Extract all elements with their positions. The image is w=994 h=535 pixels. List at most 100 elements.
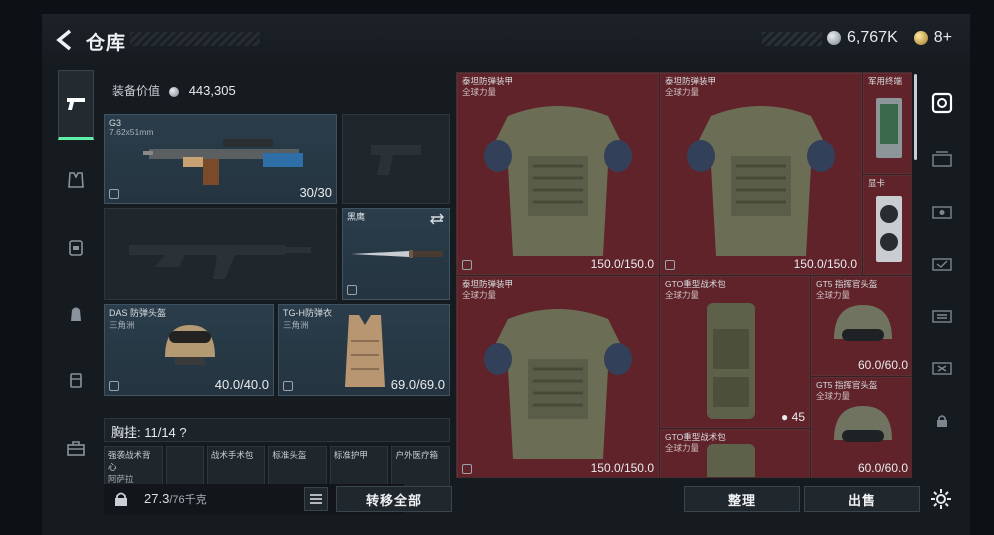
storage-tab-4[interactable]: [926, 248, 958, 278]
nav-weapons[interactable]: [58, 70, 94, 140]
nav-rig[interactable]: [58, 230, 94, 266]
chest-rig-header[interactable]: 胸挂: 11/14 ?: [104, 418, 450, 442]
commander-helmet-icon: [834, 305, 892, 341]
storage-tab-3[interactable]: [926, 196, 958, 226]
safe-icon: [931, 92, 953, 114]
primary-weapon-slot[interactable]: G3 7.62x51mm 30/30: [104, 114, 337, 204]
knife-icon: [351, 250, 443, 258]
weight-lock-icon: [115, 492, 127, 506]
helmet-slot[interactable]: DAS 防弹头盔 三角洲 40.0/40.0: [104, 304, 274, 396]
item-durability: 150.0/150.0: [590, 257, 654, 271]
unlock-icon: [462, 464, 472, 474]
weight-value: 27.3/76千克: [144, 491, 207, 506]
sidearm-slot[interactable]: [342, 114, 450, 204]
vest-icon: [345, 315, 385, 387]
storage-tab-icon: [932, 151, 952, 167]
gold-icon: [913, 31, 928, 45]
list-view-button[interactable]: [304, 487, 328, 511]
storage-tab-6[interactable]: [926, 352, 958, 382]
title-stripe-decoration: [130, 32, 260, 46]
storage-grid: 泰坦防弹装甲 全球力量 150.0/150.0 泰坦防弹装甲 全球力量 150.…: [456, 72, 912, 478]
storage-item[interactable]: GTO重型战术包 全球力量: [660, 429, 810, 477]
storage-tab-icon: [932, 362, 952, 375]
pistol-silhouette-icon: [371, 145, 421, 175]
gpu-icon: [876, 196, 902, 262]
storage-item[interactable]: GT5 指挥官头盔 全球力量 60.0/60.0: [811, 377, 911, 477]
chest-slot-name: 强袭战术背心: [108, 450, 151, 472]
window-frame: 仓库 6,767K 8+ 装备价值 443,305 G3 7.62x51mm 3…: [42, 14, 970, 535]
unlock-icon: [109, 189, 119, 199]
helmet-sub: 三角洲: [109, 320, 135, 330]
storage-tab-locked[interactable]: [926, 406, 958, 436]
melee-name: 黑鹰: [347, 212, 366, 222]
rig-icon: [69, 240, 83, 256]
storage-tab-main[interactable]: [926, 88, 958, 118]
swap-icon[interactable]: [429, 213, 445, 225]
secondary-weapon-slot[interactable]: [104, 208, 337, 300]
storage-tab-2[interactable]: [926, 144, 958, 174]
item-name: 军用终端: [868, 76, 903, 86]
unlock-icon: [665, 260, 675, 270]
unlock-icon: [283, 381, 293, 391]
unlock-icon: [462, 260, 472, 270]
storage-tab-icon: [932, 258, 952, 271]
armor-durability: 69.0/69.0: [390, 377, 445, 392]
case-icon: [70, 373, 82, 388]
currency-stripe-decoration: [762, 32, 822, 46]
chest-slot-name: 户外医疗箱: [395, 450, 438, 460]
page-title: 仓库: [86, 33, 127, 54]
nav-container[interactable]: [58, 362, 94, 398]
heavy-armor-icon: [484, 309, 632, 459]
storage-tabs: [922, 72, 962, 512]
sort-button[interactable]: 整理: [684, 486, 800, 512]
item-name: 显卡: [868, 178, 886, 188]
item-durability: 60.0/60.0: [857, 461, 908, 475]
storage-item[interactable]: 泰坦防弹装甲 全球力量 150.0/150.0: [457, 73, 659, 275]
heavy-armor-icon: [484, 106, 632, 256]
transfer-all-button[interactable]: 转移全部: [336, 486, 452, 512]
tactical-pack-icon: [707, 303, 755, 419]
nav-toolbox[interactable]: [58, 430, 94, 466]
bottom-bar: 27.3/76千克 转移全部 整理 出售: [104, 484, 970, 514]
storage-tab-5[interactable]: [926, 300, 958, 330]
storage-item[interactable]: 显卡: [863, 175, 911, 275]
armor-slot[interactable]: TG-H防弹衣 三角洲 69.0/69.0: [278, 304, 450, 396]
armor-name: TG-H防弹衣: [283, 308, 332, 318]
storage-item[interactable]: 泰坦防弹装甲 全球力量 150.0/150.0: [660, 73, 862, 275]
item-durability: 60.0/60.0: [857, 358, 908, 372]
tactical-pack-icon: [707, 444, 755, 477]
currency-display: 6,767K 8+: [827, 29, 952, 47]
item-durability: 150.0/150.0: [793, 257, 857, 271]
sell-button[interactable]: 出售: [804, 486, 920, 512]
nav-armor[interactable]: [58, 162, 94, 198]
melee-slot[interactable]: 黑鹰: [342, 208, 450, 300]
back-arrow-icon[interactable]: [54, 28, 76, 52]
equipment-value: 443,305: [188, 83, 236, 98]
lock-icon: [937, 415, 947, 427]
helmet-icon: [165, 325, 215, 365]
storage-item[interactable]: 泰坦防弹装甲 全球力量 150.0/150.0: [457, 276, 659, 477]
item-sub: 全球力量: [665, 290, 700, 300]
equipment-value-label: 装备价值: [112, 84, 161, 98]
pistol-icon: [67, 98, 85, 110]
lock-icon: [347, 285, 357, 295]
equipment-panel: 装备价值 443,305 G3 7.62x51mm 30/30 黑鹰 DAS 防…: [104, 72, 452, 516]
item-durability: 150.0/150.0: [590, 461, 654, 475]
gold-amount[interactable]: 8+: [934, 29, 952, 47]
storage-item[interactable]: 军用终端: [863, 73, 911, 174]
chest-slot-name: 战术手术包: [210, 450, 254, 460]
storage-scrollbar[interactable]: [914, 74, 917, 160]
storage-item[interactable]: GTO重型战术包 全球力量 ● 45: [660, 276, 810, 428]
coin-icon: [169, 86, 180, 97]
storage-item[interactable]: GT5 指挥官头盔 全球力量 60.0/60.0: [811, 276, 911, 376]
toolbox-icon: [67, 441, 85, 456]
currency-amount: 6,767K: [847, 29, 898, 46]
chest-slot-name: 标准护甲: [333, 450, 368, 460]
list-icon: [310, 494, 322, 504]
armor-sub: 三角洲: [283, 320, 309, 330]
primary-weapon-ammo: 30/30: [299, 185, 332, 200]
unlock-icon: [109, 381, 119, 391]
nav-backpack[interactable]: [58, 296, 94, 332]
settings-gear-icon[interactable]: [930, 488, 952, 510]
equipment-value-row: 装备价值 443,305: [104, 76, 450, 106]
